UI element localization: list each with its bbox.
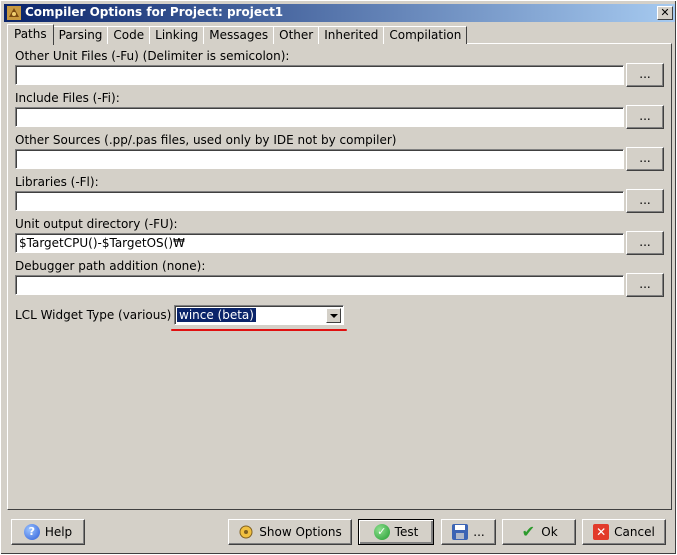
libraries-input[interactable] [15,191,624,211]
save-icon [452,524,469,540]
lazarus-app-icon [7,6,21,20]
other-unit-files-browse-button[interactable]: ... [626,63,664,87]
tab-code[interactable]: Code [107,26,151,44]
unit-output-directory-browse-button[interactable]: ... [626,231,664,255]
libraries-browse-button[interactable]: ... [626,189,664,213]
annotation-underline [171,329,347,331]
help-button[interactable]: ? Help [11,519,85,545]
other-sources-label: Other Sources (.pp/.pas files, used only… [15,133,397,147]
other-sources-browse-button[interactable]: ... [626,147,664,171]
tab-inherited[interactable]: Inherited [318,26,385,44]
libraries-label: Libraries (-Fl): [15,175,99,189]
options-icon [238,524,254,540]
compiler-options-dialog: Compiler Options for Project: project1 ✕… [0,0,677,555]
cancel-icon: ✕ [593,524,610,540]
help-icon: ? [23,524,40,540]
show-options-button[interactable]: Show Options [228,519,352,545]
tab-linking[interactable]: Linking [149,26,205,44]
window-title: Compiler Options for Project: project1 [25,5,284,19]
debugger-path-label: Debugger path addition (none): [15,259,206,273]
lcl-widget-type-select[interactable]: wince (beta) [174,305,344,325]
ok-button-label: Ok [541,525,558,539]
close-button[interactable]: ✕ [657,6,673,20]
debugger-path-browse-button[interactable]: ... [626,273,664,297]
include-files-input[interactable] [15,107,624,127]
ok-button[interactable]: ✔ Ok [502,519,576,545]
lcl-widget-type-label: LCL Widget Type (various) [15,308,172,322]
other-unit-files-input[interactable] [15,65,624,85]
show-options-button-label: Show Options [259,525,342,539]
cancel-button[interactable]: ✕ Cancel [582,519,666,545]
tab-messages[interactable]: Messages [203,26,275,44]
other-sources-input[interactable] [15,149,624,169]
tab-parsing[interactable]: Parsing [52,26,109,44]
unit-output-directory-label: Unit output directory (-FU): [15,217,178,231]
include-files-label: Include Files (-Fi): [15,91,120,105]
tab-paths[interactable]: Paths [7,24,54,45]
other-unit-files-label: Other Unit Files (-Fu) (Delimiter is sem… [15,49,290,63]
tab-strip: Paths Parsing Code Linking Messages Othe… [7,24,468,45]
cancel-button-label: Cancel [614,525,655,539]
save-settings-button[interactable]: ... [441,519,496,545]
debugger-path-input[interactable] [15,275,624,295]
test-button-label: Test [394,525,419,539]
unit-output-directory-input[interactable]: $TargetCPU()-$TargetOS()₩ [15,233,624,253]
tab-other[interactable]: Other [273,26,320,44]
chevron-down-icon[interactable] [326,308,341,323]
title-bar[interactable]: Compiler Options for Project: project1 ✕ [4,4,675,22]
checkmark-icon: ✔ [521,522,535,541]
include-files-browse-button[interactable]: ... [626,105,664,129]
tab-compilation[interactable]: Compilation [383,26,468,44]
test-button[interactable]: ✓ Test [358,519,434,545]
lcl-widget-type-value: wince (beta) [177,308,256,322]
help-button-label: Help [44,525,73,539]
test-icon: ✓ [373,524,390,540]
save-settings-button-label: ... [473,525,485,539]
